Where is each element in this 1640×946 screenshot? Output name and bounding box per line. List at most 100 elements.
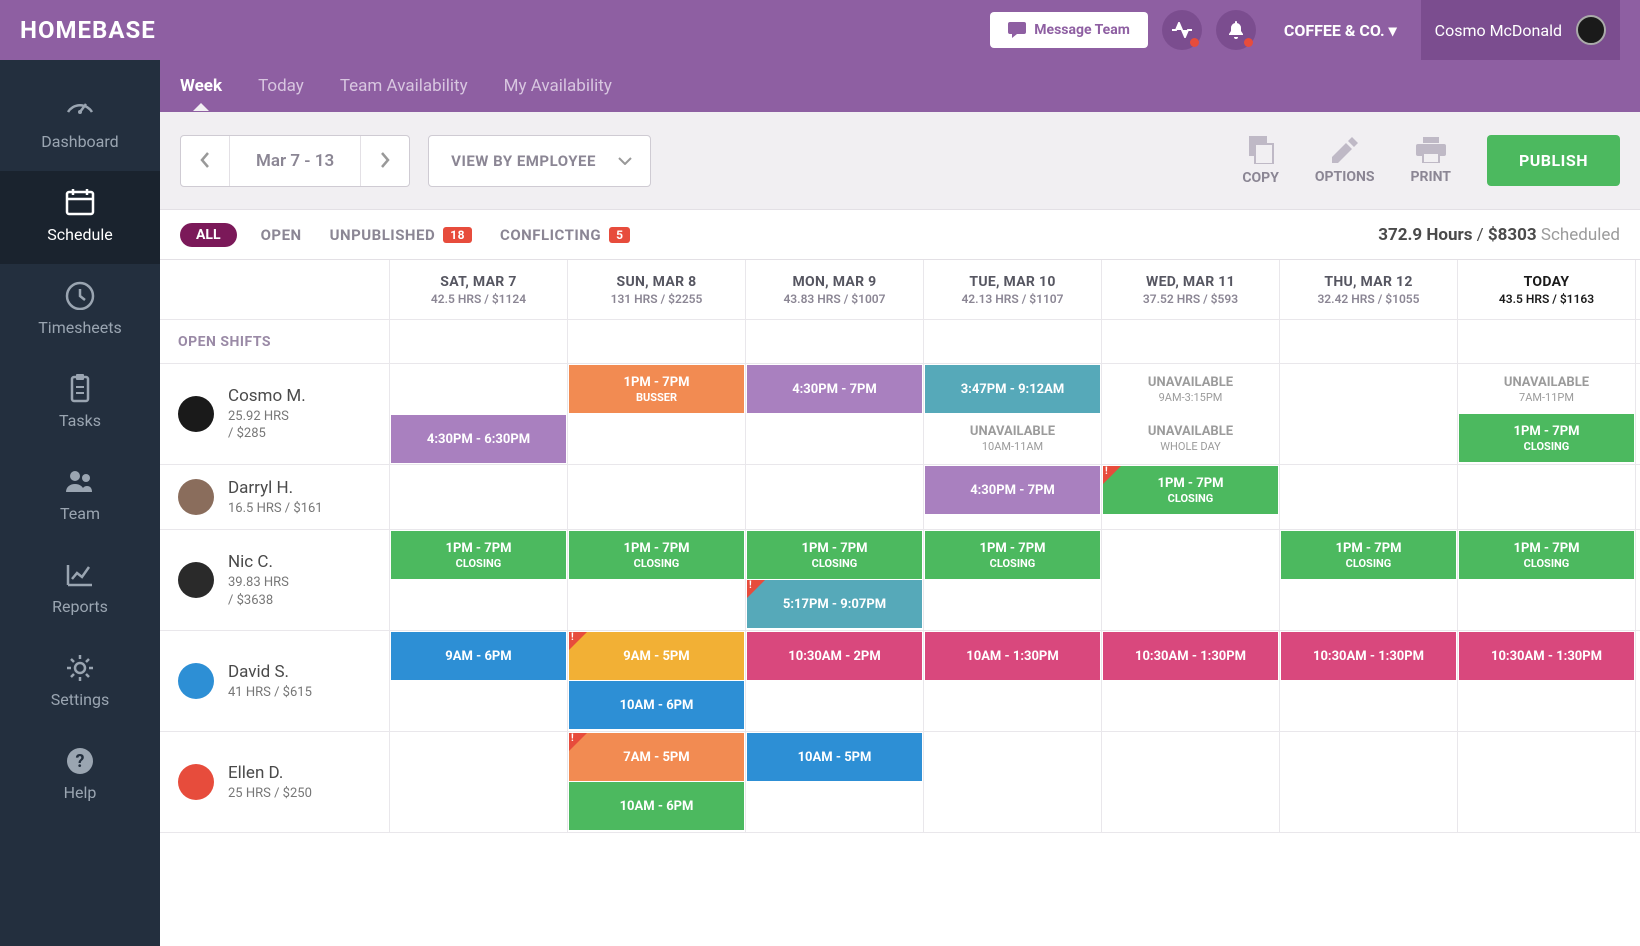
sidebar-item-timesheets[interactable]: Timesheets: [0, 264, 160, 357]
day-cell[interactable]: 1PM - 7PMCLOSING: [1102, 465, 1280, 529]
bell-icon: [1228, 21, 1244, 39]
day-cell[interactable]: 10AM - 5PM: [746, 732, 924, 832]
shift-block[interactable]: 1PM - 7PMCLOSING: [569, 531, 744, 579]
day-cell[interactable]: 3:47PM - 9:12AMUNAVAILABLE10AM-11AM: [924, 364, 1102, 464]
shift-block[interactable]: 1PM - 7PMCLOSING: [1281, 531, 1456, 579]
day-cell[interactable]: 9AM - 6PM: [390, 631, 568, 731]
filter-all[interactable]: ALL: [180, 223, 237, 247]
filter-unpublished[interactable]: UNPUBLISHED 18: [330, 226, 472, 244]
shift-block[interactable]: 1PM - 7PMCLOSING: [747, 531, 922, 579]
tab-week[interactable]: Week: [180, 76, 222, 96]
day-cell[interactable]: 10:30AM - 1:30PM: [1458, 631, 1636, 731]
day-cell[interactable]: [1458, 732, 1636, 832]
day-cell[interactable]: 10:30AM - 1:30PM: [1280, 631, 1458, 731]
notifications-button[interactable]: [1216, 10, 1256, 50]
filter-conflicting[interactable]: CONFLICTING 5: [500, 226, 630, 244]
sidebar-item-tasks[interactable]: Tasks: [0, 357, 160, 450]
day-header: TUE, MAR 1042.13 HRS / $1107: [924, 260, 1102, 319]
sidebar-item-help[interactable]: ?Help: [0, 729, 160, 822]
sidebar-item-dashboard[interactable]: Dashboard: [0, 78, 160, 171]
shift-block[interactable]: 9AM - 6PM: [391, 632, 566, 680]
open-shifts-row: OPEN SHIFTS: [160, 320, 1640, 364]
print-button[interactable]: PRINT: [1410, 137, 1450, 185]
day-header: THU, MAR 1232.42 HRS / $1055: [1280, 260, 1458, 319]
prev-week-button[interactable]: [181, 136, 229, 186]
day-cell[interactable]: 1PM - 7PMCLOSING: [568, 530, 746, 630]
day-cell[interactable]: 10:30AM - 1:30PM: [1102, 631, 1280, 731]
tab-today[interactable]: Today: [258, 76, 304, 96]
day-cell[interactable]: [746, 465, 924, 529]
day-header: MON, MAR 943.83 HRS / $1007: [746, 260, 924, 319]
day-cell[interactable]: 9AM - 5PM10AM - 6PM: [568, 631, 746, 731]
day-cell[interactable]: [1280, 732, 1458, 832]
shift-block[interactable]: 1PM - 7PMCLOSING: [1103, 466, 1278, 514]
location-selector[interactable]: COFFEE & CO. ▾: [1284, 21, 1397, 40]
shift-block[interactable]: 7AM - 5PM: [569, 733, 744, 781]
avatar: [178, 764, 214, 800]
shift-block[interactable]: 1PM - 7PMCLOSING: [1459, 414, 1634, 462]
employee-name: Cosmo M.: [228, 385, 306, 408]
day-cell[interactable]: 4:30PM - 6:30PM: [390, 364, 568, 464]
shift-block[interactable]: 10:30AM - 1:30PM: [1103, 632, 1278, 680]
shift-block[interactable]: 3:47PM - 9:12AM: [925, 365, 1100, 413]
day-cell[interactable]: [1458, 465, 1636, 529]
day-cell[interactable]: UNAVAILABLE9AM-3:15PMUNAVAILABLEWHOLE DA…: [1102, 364, 1280, 464]
day-cell[interactable]: [568, 465, 746, 529]
sidebar-item-reports[interactable]: Reports: [0, 543, 160, 636]
shift-block[interactable]: 10AM - 1:30PM: [925, 632, 1100, 680]
day-cell[interactable]: 1PM - 7PMCLOSING: [1280, 530, 1458, 630]
day-cell[interactable]: UNAVAILABLE7AM-11PM1PM - 7PMCLOSING: [1458, 364, 1636, 464]
day-cell[interactable]: [1280, 465, 1458, 529]
unavailable-block: UNAVAILABLE7AM-11PM: [1459, 365, 1634, 413]
shift-block[interactable]: 1PM - 7PMCLOSING: [925, 531, 1100, 579]
day-cell[interactable]: [390, 732, 568, 832]
avatar: [178, 663, 214, 699]
day-cell[interactable]: 1PM - 7PMCLOSING: [390, 530, 568, 630]
day-cell[interactable]: [1102, 732, 1280, 832]
shift-block[interactable]: 10:30AM - 1:30PM: [1459, 632, 1634, 680]
next-week-button[interactable]: [361, 136, 409, 186]
day-cell[interactable]: 1PM - 7PMCLOSING: [924, 530, 1102, 630]
day-cell[interactable]: 10AM - 1:30PM: [924, 631, 1102, 731]
sidebar-item-team[interactable]: Team: [0, 450, 160, 543]
date-range[interactable]: Mar 7 - 13: [229, 136, 361, 186]
shift-block[interactable]: 5:17PM - 9:07PM: [747, 580, 922, 628]
day-cell[interactable]: 1PM - 7PMCLOSING5:17PM - 9:07PM: [746, 530, 924, 630]
shift-block[interactable]: 4:30PM - 7PM: [747, 365, 922, 413]
message-team-button[interactable]: Message Team: [990, 12, 1148, 48]
shift-block[interactable]: 10AM - 6PM: [569, 681, 744, 729]
shift-block[interactable]: 1PM - 7PMBUSSER: [569, 365, 744, 413]
sidebar-item-settings[interactable]: Settings: [0, 636, 160, 729]
tab-team-availability[interactable]: Team Availability: [340, 76, 468, 96]
shift-block[interactable]: 4:30PM - 7PM: [925, 466, 1100, 514]
shift-block[interactable]: 10AM - 5PM: [747, 733, 922, 781]
shift-block[interactable]: 4:30PM - 6:30PM: [391, 415, 566, 463]
day-cell[interactable]: 10:30AM - 2PM: [746, 631, 924, 731]
shift-block[interactable]: 1PM - 7PMCLOSING: [1459, 531, 1634, 579]
day-cell[interactable]: 7AM - 5PM10AM - 6PM: [568, 732, 746, 832]
day-cell[interactable]: 4:30PM - 7PM: [746, 364, 924, 464]
filter-open[interactable]: OPEN: [261, 226, 302, 244]
tab-my-availability[interactable]: My Availability: [504, 76, 612, 96]
view-selector[interactable]: VIEW BY EMPLOYEE: [428, 135, 651, 187]
publish-button[interactable]: PUBLISH: [1487, 135, 1620, 186]
shift-block[interactable]: 10:30AM - 2PM: [747, 632, 922, 680]
sidebar-item-schedule[interactable]: Schedule: [0, 171, 160, 264]
user-menu[interactable]: Cosmo McDonald: [1421, 0, 1620, 60]
day-cell[interactable]: [1102, 530, 1280, 630]
shift-block[interactable]: 9AM - 5PM: [569, 632, 744, 680]
day-cell[interactable]: 1PM - 7PMCLOSING: [1458, 530, 1636, 630]
shift-block[interactable]: 1PM - 7PMCLOSING: [391, 531, 566, 579]
shift-block[interactable]: 10AM - 6PM: [569, 782, 744, 830]
day-cell[interactable]: [1280, 364, 1458, 464]
day-cell[interactable]: [924, 732, 1102, 832]
day-cell[interactable]: 4:30PM - 7PM: [924, 465, 1102, 529]
day-cell[interactable]: [390, 465, 568, 529]
copy-button[interactable]: COPY: [1242, 136, 1279, 186]
options-button[interactable]: OPTIONS: [1315, 137, 1375, 185]
shift-block[interactable]: 10:30AM - 1:30PM: [1281, 632, 1456, 680]
avatar: [178, 396, 214, 432]
day-cell[interactable]: 1PM - 7PMBUSSER: [568, 364, 746, 464]
notification-dot: [1244, 38, 1253, 47]
activity-button[interactable]: [1162, 10, 1202, 50]
